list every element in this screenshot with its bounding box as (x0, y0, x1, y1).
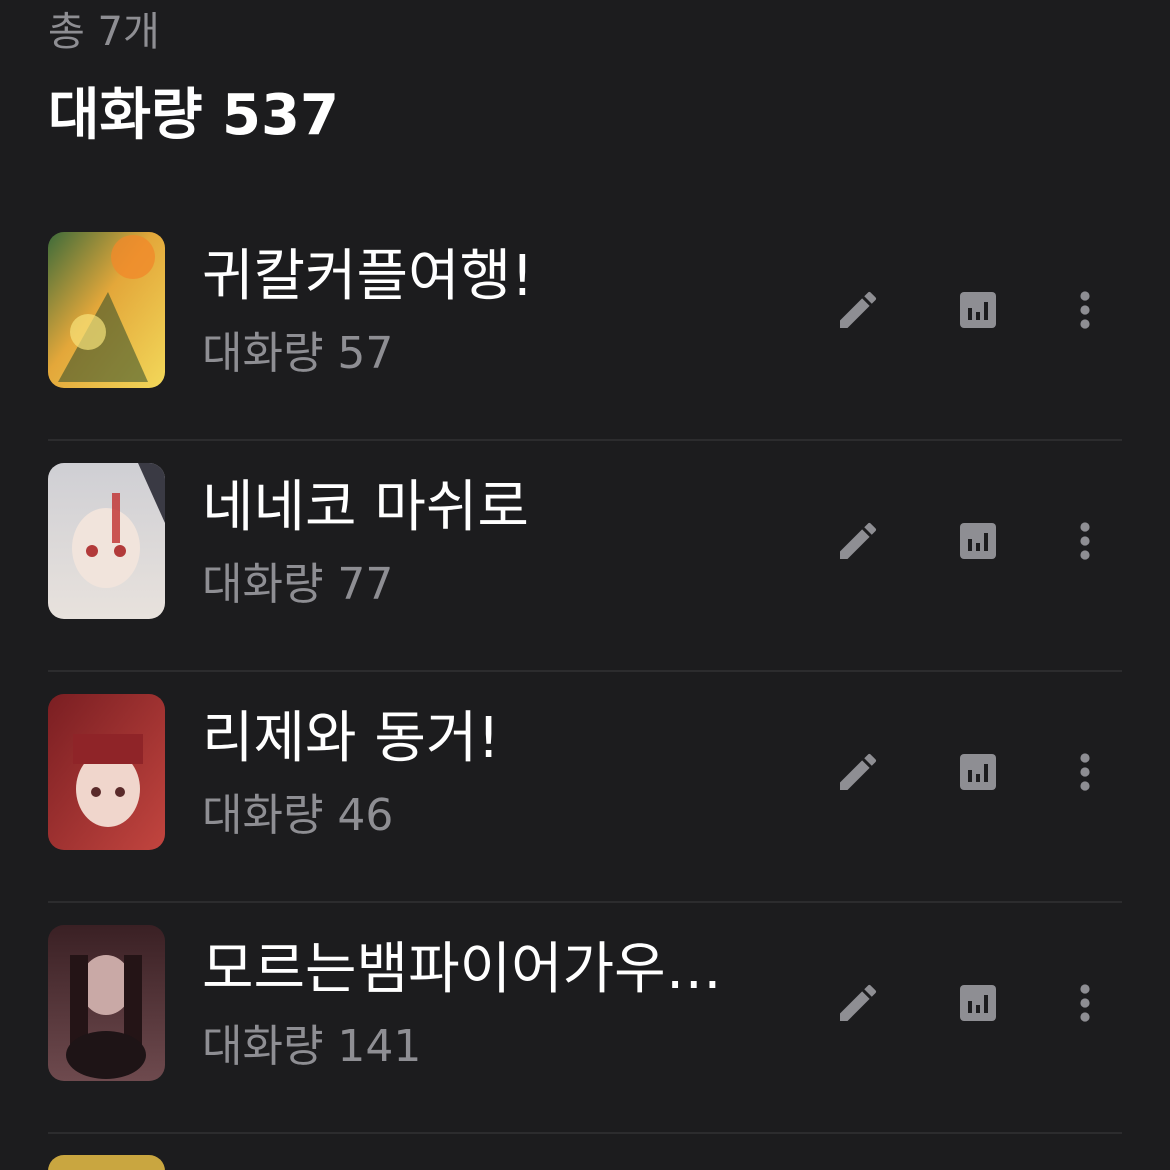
more-options-button[interactable] (1055, 742, 1115, 802)
more-options-button[interactable] (1055, 973, 1115, 1033)
list-item[interactable]: 네네코 마쉬로 대화량 77 (48, 441, 1122, 672)
pencil-icon (840, 984, 877, 1021)
pencil-icon (840, 522, 877, 559)
conversation-volume: 대화량 46 (202, 790, 394, 841)
bar-chart-icon (960, 292, 996, 328)
more-vertical-icon (1080, 753, 1090, 791)
character-thumbnail[interactable] (48, 925, 165, 1081)
stats-button[interactable] (948, 742, 1008, 802)
list-item[interactable]: 모르는뱀파이어가우리… 대화량 141 (48, 903, 1122, 1134)
character-list: 귀칼커플여행! 대화량 57 네네코 마쉬로 대화량 77 리제와 동거! 대화… (48, 210, 1122, 1134)
more-vertical-icon (1080, 291, 1090, 329)
character-thumbnail[interactable] (48, 1155, 165, 1170)
character-title[interactable]: 리제와 동거! (202, 704, 772, 774)
edit-button[interactable] (828, 742, 888, 802)
conversation-volume: 대화량 77 (202, 559, 394, 610)
list-item[interactable]: 귀칼커플여행! 대화량 57 (48, 210, 1122, 441)
total-count: 총 7개 (48, 9, 160, 55)
bar-chart-icon (960, 754, 996, 790)
edit-button[interactable] (828, 973, 888, 1033)
more-vertical-icon (1080, 522, 1090, 560)
bar-chart-icon (960, 985, 996, 1021)
character-thumbnail[interactable] (48, 694, 165, 850)
character-thumbnail[interactable] (48, 463, 165, 619)
list-item[interactable]: 리제와 동거! 대화량 46 (48, 672, 1122, 903)
edit-button[interactable] (828, 511, 888, 571)
stats-button[interactable] (948, 973, 1008, 1033)
stats-button[interactable] (948, 280, 1008, 340)
character-title[interactable]: 네네코 마쉬로 (202, 473, 772, 543)
character-list-page: 총 7개 대화량 537 귀칼커플여행! 대화량 57 네네코 마쉬로 대화량 … (0, 0, 1170, 1170)
total-conversation-volume: 대화량 537 (48, 83, 339, 148)
more-options-button[interactable] (1055, 511, 1115, 571)
pencil-icon (840, 753, 877, 790)
character-title[interactable]: 모르는뱀파이어가우리… (202, 935, 772, 1005)
stats-button[interactable] (948, 511, 1008, 571)
pencil-icon (840, 291, 877, 328)
more-vertical-icon (1080, 984, 1090, 1022)
more-options-button[interactable] (1055, 280, 1115, 340)
bar-chart-icon (960, 523, 996, 559)
character-thumbnail[interactable] (48, 232, 165, 388)
character-title[interactable]: 귀칼커플여행! (202, 242, 772, 312)
conversation-volume: 대화량 57 (202, 328, 394, 379)
conversation-volume: 대화량 141 (202, 1021, 422, 1072)
edit-button[interactable] (828, 280, 888, 340)
